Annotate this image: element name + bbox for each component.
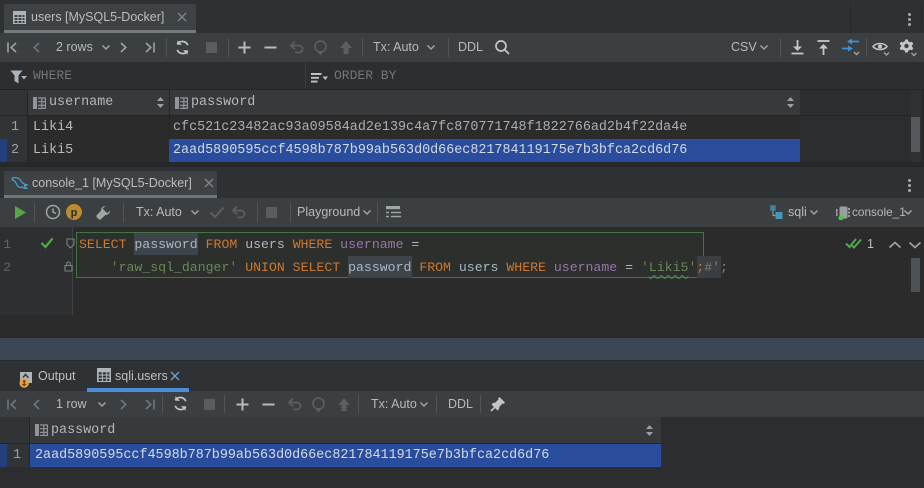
svg-text:p: p bbox=[71, 207, 78, 219]
